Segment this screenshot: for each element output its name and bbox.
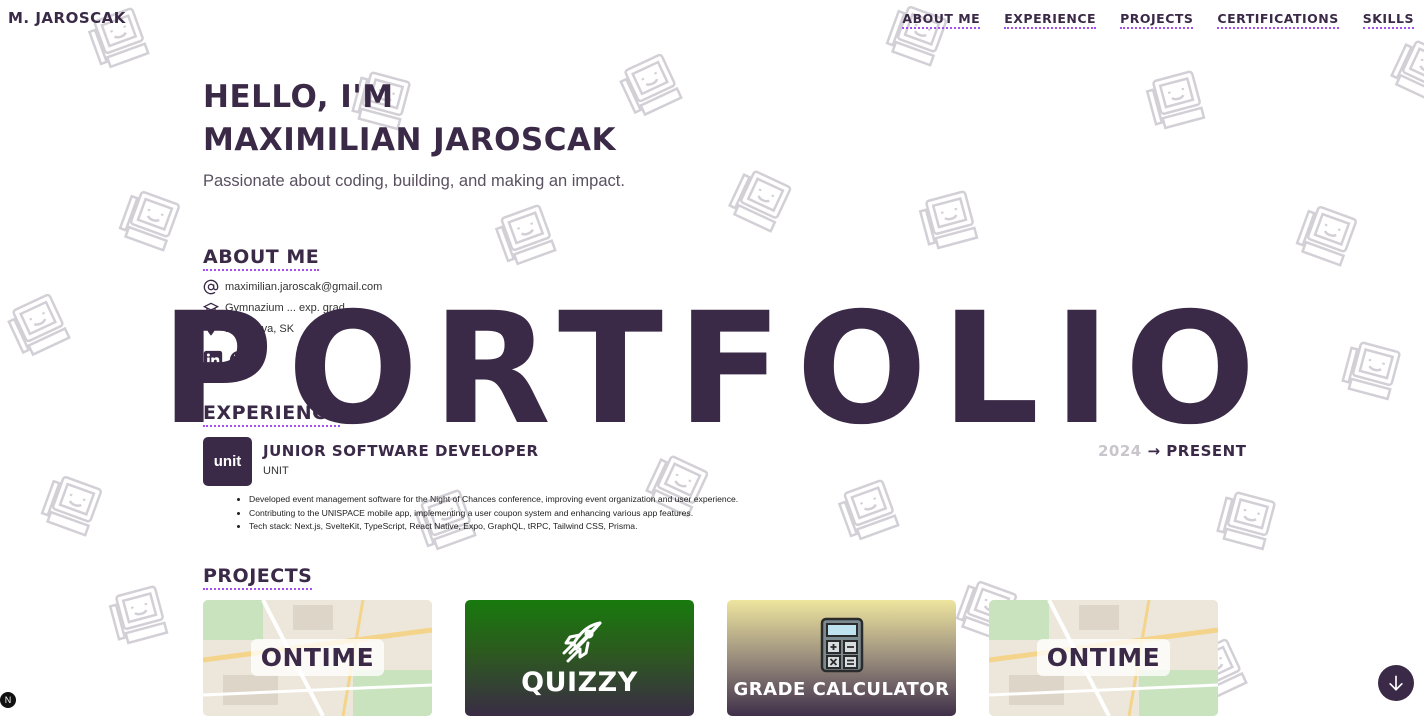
retro-computer-icon (101, 578, 179, 656)
project-card-label: ONTIME (1036, 639, 1171, 676)
retro-computer-icon (911, 183, 989, 261)
hero-heading: HELLO, I'M MAXIMILIAN JAROSCAK (203, 76, 625, 162)
portfolio-splash-overlay: PORTFOLIO (161, 290, 1256, 450)
project-card-ontime-2[interactable]: ONTIME (989, 600, 1218, 716)
hero-line-2: MAXIMILIAN JAROSCAK (203, 122, 617, 158)
retro-computer-icon (0, 284, 83, 369)
retro-computer-icon (829, 471, 911, 553)
nav-about-me[interactable]: ABOUT ME (902, 11, 981, 29)
project-card-label: ONTIME (250, 639, 385, 676)
experience-company: UNIT (263, 465, 289, 477)
projects-section-title: PROJECTS (203, 565, 313, 590)
experience-bullets: Developed event management software for … (236, 493, 738, 534)
project-card-quizzy[interactable]: QUIZZY (465, 600, 694, 716)
retro-computer-icon (486, 196, 568, 278)
retro-computer-icon (1286, 196, 1368, 278)
retro-computer-icon (31, 466, 113, 548)
list-item: Developed event management software for … (249, 493, 738, 507)
portfolio-splash-text: PORTFOLIO (160, 280, 1270, 459)
top-nav: ABOUT ME EXPERIENCE PROJECTS CERTIFICATI… (902, 11, 1414, 29)
project-card-label: QUIZZY (521, 666, 638, 698)
brand-logo[interactable]: M. JAROSCAK (8, 9, 126, 27)
nav-projects[interactable]: PROJECTS (1120, 11, 1194, 29)
scroll-down-button[interactable] (1378, 665, 1414, 701)
hero-line-1: HELLO, I'M (203, 79, 394, 115)
project-card-label: GRADE CALCULATOR (733, 678, 950, 700)
project-card-ontime[interactable]: ONTIME (203, 600, 432, 716)
retro-computer-icon (1138, 63, 1216, 141)
arrow-down-icon (1389, 675, 1403, 691)
retro-computer-icon (717, 159, 802, 244)
project-card-grade-calculator[interactable]: GRADE CALCULATOR (727, 600, 956, 716)
nav-certifications[interactable]: CERTIFICATIONS (1217, 11, 1339, 29)
rocket-icon (562, 621, 601, 662)
list-item: Contributing to the UNISPACE mobile app,… (249, 507, 738, 521)
retro-computer-icon (1333, 333, 1411, 411)
list-item: Tech stack: Next.js, SvelteKit, TypeScri… (249, 520, 738, 534)
hero-subtitle: Passionate about coding, building, and m… (203, 172, 625, 190)
retro-computer-icon (109, 181, 191, 263)
nav-skills[interactable]: SKILLS (1362, 11, 1414, 29)
retro-computer-icon (1208, 483, 1286, 561)
hero: HELLO, I'M MAXIMILIAN JAROSCAK Passionat… (203, 76, 625, 191)
dev-tools-badge[interactable]: N (0, 692, 16, 708)
about-section-title: ABOUT ME (203, 246, 320, 271)
calculator-icon (820, 617, 863, 672)
retro-computer-icon (1379, 29, 1424, 114)
nav-experience[interactable]: EXPERIENCE (1004, 11, 1097, 29)
